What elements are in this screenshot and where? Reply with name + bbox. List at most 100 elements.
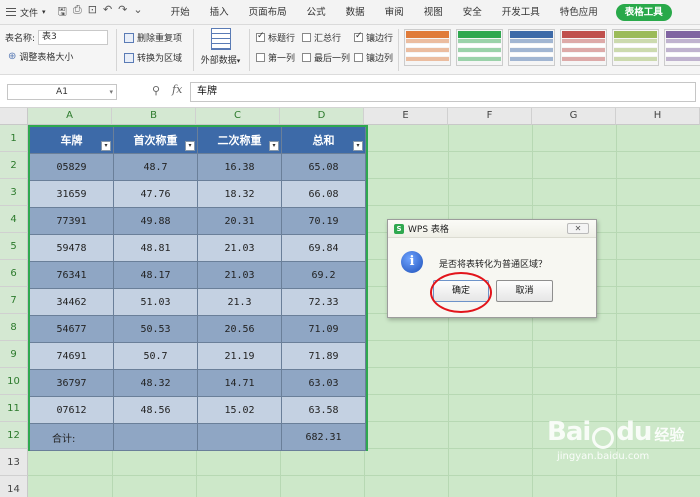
column-header-d[interactable]: D — [280, 108, 364, 125]
row-header-8[interactable]: 8 — [0, 314, 28, 341]
filter-dropdown-icon[interactable]: ▾ — [101, 141, 111, 151]
row-header-10[interactable]: 10 — [0, 368, 28, 395]
row-header-3[interactable]: 3 — [0, 179, 28, 206]
option-checkbox-1[interactable]: 汇总行 — [302, 31, 341, 44]
option-checkbox-2[interactable]: 镶边行 — [354, 31, 393, 44]
table-cell[interactable]: 21.03 — [198, 262, 282, 289]
table-name-input[interactable]: 表3 — [38, 30, 109, 45]
print-icon[interactable]: ⎙ — [73, 3, 82, 22]
name-box[interactable]: A1 ▾ — [7, 84, 117, 100]
filter-dropdown-icon[interactable]: ▾ — [185, 141, 195, 151]
row-header-1[interactable]: 1 — [0, 125, 28, 152]
tab-5[interactable]: 审阅 — [375, 0, 414, 25]
tab-9[interactable]: 特色应用 — [550, 0, 608, 25]
table-cell[interactable]: 77391 — [30, 208, 114, 235]
tab-4[interactable]: 数据 — [336, 0, 375, 25]
row-header-13[interactable]: 13 — [0, 449, 28, 476]
column-header-g[interactable]: G — [532, 108, 616, 125]
table-cell[interactable]: 54677 — [30, 316, 114, 343]
table-cell[interactable]: 74691 — [30, 343, 114, 370]
formula-input[interactable]: 车牌 — [190, 82, 696, 102]
row-header-14[interactable]: 14 — [0, 476, 28, 497]
option-checkbox-4[interactable]: 最后一列 — [302, 51, 350, 64]
filter-dropdown-icon[interactable]: ▾ — [269, 141, 279, 151]
column-header-f[interactable]: F — [448, 108, 532, 125]
cancel-button[interactable]: 取消 — [496, 280, 553, 302]
table-cell[interactable]: 76341 — [30, 262, 114, 289]
table-cell[interactable]: 51.03 — [114, 289, 198, 316]
table-cell[interactable]: 21.19 — [198, 343, 282, 370]
table-cell[interactable]: 63.03 — [282, 370, 366, 397]
table-cell[interactable]: 65.08 — [282, 154, 366, 181]
zoom-icon[interactable]: ⚲ — [152, 84, 160, 97]
more-icon[interactable]: ⌄ — [133, 3, 142, 22]
table-cell[interactable]: 48.17 — [114, 262, 198, 289]
table-header-cell[interactable]: 总和 ▾ — [282, 127, 366, 154]
remove-duplicates-button[interactable]: 删除重复项 — [124, 31, 182, 44]
column-header-h[interactable]: H — [616, 108, 700, 125]
table-cell[interactable]: 47.76 — [114, 181, 198, 208]
table-header-cell[interactable]: 车牌 ▾ — [30, 127, 114, 154]
table-cell[interactable]: 66.08 — [282, 181, 366, 208]
option-checkbox-3[interactable]: 第一列 — [256, 51, 295, 64]
table-cell[interactable]: 34462 — [30, 289, 114, 316]
table-cell[interactable]: 20.31 — [198, 208, 282, 235]
table-cell[interactable]: 16.38 — [198, 154, 282, 181]
tab-6[interactable]: 视图 — [414, 0, 453, 25]
table-cell[interactable]: 21.03 — [198, 235, 282, 262]
table-cell[interactable]: 48.56 — [114, 397, 198, 424]
column-header-c[interactable]: C — [196, 108, 280, 125]
table-cell[interactable] — [198, 424, 282, 451]
table-cell[interactable]: 48.7 — [114, 154, 198, 181]
table-style-swatch-1[interactable] — [456, 29, 503, 66]
table-cell[interactable]: 21.3 — [198, 289, 282, 316]
total-label-cell[interactable]: 合计: — [30, 424, 114, 451]
row-header-11[interactable]: 11 — [0, 395, 28, 422]
external-data-button[interactable]: 外部数据▾ — [198, 28, 243, 66]
table-cell[interactable]: 20.56 — [198, 316, 282, 343]
table-style-swatch-0[interactable] — [404, 29, 451, 66]
column-header-b[interactable]: B — [112, 108, 196, 125]
table-cell[interactable]: 63.58 — [282, 397, 366, 424]
table-cell[interactable]: 07612 — [30, 397, 114, 424]
row-header-6[interactable]: 6 — [0, 260, 28, 287]
table-style-swatch-2[interactable] — [508, 29, 555, 66]
table-cell[interactable]: 70.19 — [282, 208, 366, 235]
tab-7[interactable]: 安全 — [453, 0, 492, 25]
tab-2[interactable]: 页面布局 — [239, 0, 297, 25]
table-cell[interactable]: 48.32 — [114, 370, 198, 397]
table-cell[interactable]: 59478 — [30, 235, 114, 262]
column-header-e[interactable]: E — [364, 108, 448, 125]
table-cell[interactable]: 69.84 — [282, 235, 366, 262]
table-cell[interactable]: 15.02 — [198, 397, 282, 424]
convert-to-range-button[interactable]: 转换为区域 — [124, 51, 182, 64]
tab-1[interactable]: 插入 — [200, 0, 239, 25]
table-cell[interactable]: 18.32 — [198, 181, 282, 208]
table-style-swatch-4[interactable] — [612, 29, 659, 66]
tab-8[interactable]: 开发工具 — [492, 0, 550, 25]
table-header-cell[interactable]: 首次称重 ▾ — [114, 127, 198, 154]
table-cell[interactable]: 50.7 — [114, 343, 198, 370]
tab-table-tools[interactable]: 表格工具 — [615, 3, 672, 21]
table-cell[interactable]: 49.88 — [114, 208, 198, 235]
row-header-9[interactable]: 9 — [0, 341, 28, 368]
table-cell[interactable]: 69.2 — [282, 262, 366, 289]
row-header-12[interactable]: 12 — [0, 422, 28, 449]
column-header-a[interactable]: A — [28, 108, 112, 125]
select-all-corner[interactable] — [0, 108, 28, 125]
table-cell[interactable]: 05829 — [30, 154, 114, 181]
option-checkbox-0[interactable]: 标题行 — [256, 31, 295, 44]
row-header-5[interactable]: 5 — [0, 233, 28, 260]
function-icon[interactable]: fx — [172, 83, 182, 96]
table-cell[interactable]: 48.81 — [114, 235, 198, 262]
resize-table-button[interactable]: ⊕ 调整表格大小 — [8, 50, 73, 63]
tab-0[interactable]: 开始 — [161, 0, 200, 25]
print-preview-icon[interactable]: ⊡ — [88, 3, 97, 22]
table-cell[interactable]: 14.71 — [198, 370, 282, 397]
tab-3[interactable]: 公式 — [297, 0, 336, 25]
table-cell[interactable] — [114, 424, 198, 451]
file-menu[interactable]: 文件 ▾ — [0, 0, 52, 25]
row-header-7[interactable]: 7 — [0, 287, 28, 314]
option-checkbox-5[interactable]: 镶边列 — [354, 51, 393, 64]
table-style-swatch-5[interactable] — [664, 29, 700, 66]
